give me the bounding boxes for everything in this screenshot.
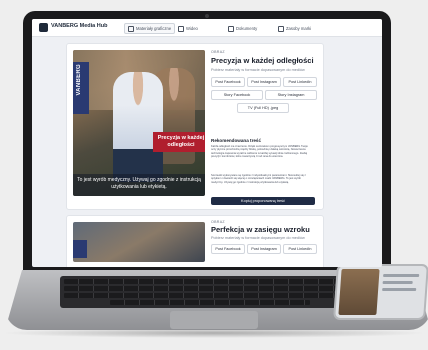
recommended-heading: Rekomendowana treść: [211, 138, 262, 143]
image-icon: [128, 25, 134, 32]
laptop-screen: VANBERG Media Hub Materiały graficzne Wi…: [32, 19, 382, 267]
keyboard-row: [64, 279, 356, 284]
document-icon: [228, 25, 234, 32]
download-facebook-post-button[interactable]: Post Facebook: [211, 77, 245, 87]
card-subtitle: Pobierz materiały w formacie dopasowanym…: [211, 68, 305, 72]
download-instagram-story-button[interactable]: Story Instagram: [265, 90, 317, 100]
tab-documents[interactable]: Dokumenty: [224, 23, 261, 34]
recommended-text: Soczewki wykonywane są zgodnie z indywid…: [211, 174, 306, 184]
download-facebook-story-button[interactable]: Story Facebook: [211, 90, 263, 100]
keyboard-row: [64, 286, 356, 291]
brand-logo: VANBERG: [76, 64, 82, 96]
camera-icon: [205, 14, 209, 18]
recommended-text: Każda odległość ma znaczenie. Dzięki soc…: [211, 145, 308, 159]
download-instagram-post-button[interactable]: Post Instagram: [247, 244, 281, 254]
tab-label: Zasoby marki: [286, 26, 312, 31]
phone-text-line: [382, 288, 417, 291]
keyboard-row: [64, 293, 356, 298]
tab-label: Wideo: [186, 26, 198, 31]
brand-strip: [73, 240, 87, 258]
card-kicker: OBRAZ: [211, 220, 225, 224]
card-title: Perfekcja w zasięgu wzroku: [211, 225, 310, 234]
tab-label: Dokumenty: [236, 26, 258, 31]
card-kicker: OBRAZ: [211, 50, 225, 54]
folder-icon: [278, 25, 284, 32]
headline-badge: Precyzja w każdej odległości: [153, 132, 205, 152]
keyboard-row: [110, 300, 310, 305]
campaign-image[interactable]: VANBERG Precyzja w każdej odległości To …: [73, 50, 205, 196]
tab-graphics[interactable]: Materiały graficzne: [124, 23, 176, 34]
asset-card: VANBERG Precyzja w każdej odległości To …: [66, 43, 324, 210]
copy-text-button[interactable]: Kopiuj proponowaną treść: [211, 197, 315, 205]
download-instagram-post-button[interactable]: Post Instagram: [247, 77, 281, 87]
medical-disclaimer: To jest wyrób medyczny. Używaj go zgodni…: [73, 174, 205, 196]
card-subtitle: Pobierz materiały w formacie dopasowanym…: [211, 236, 305, 240]
phone-text-line: [383, 274, 420, 277]
top-navigation: VANBERG Media Hub Materiały graficzne Wi…: [32, 19, 382, 37]
trackpad: [170, 311, 258, 329]
campaign-image[interactable]: [73, 222, 205, 262]
phone-preview-image: [338, 269, 380, 315]
card-title: Precyzja w każdej odległości: [211, 56, 314, 65]
woman-figure: [113, 72, 163, 182]
tab-video[interactable]: Wideo: [174, 23, 202, 34]
app-title: VANBERG Media Hub: [51, 23, 108, 29]
download-facebook-post-button[interactable]: Post Facebook: [211, 244, 245, 254]
download-linkedin-post-button[interactable]: Post LinkedIn: [283, 77, 317, 87]
smartphone: [333, 264, 428, 320]
phone-text-line: [382, 281, 413, 284]
video-icon: [178, 25, 184, 32]
app-logo-icon: [39, 23, 48, 32]
tab-brand-assets[interactable]: Zasoby marki: [274, 23, 315, 34]
asset-card: OBRAZ Perfekcja w zasięgu wzroku Pobierz…: [66, 215, 324, 267]
tab-label: Materiały graficzne: [136, 26, 172, 31]
download-linkedin-post-button[interactable]: Post LinkedIn: [283, 244, 317, 254]
download-tv-button[interactable]: TV (Full HD) .jpeg: [237, 103, 289, 113]
